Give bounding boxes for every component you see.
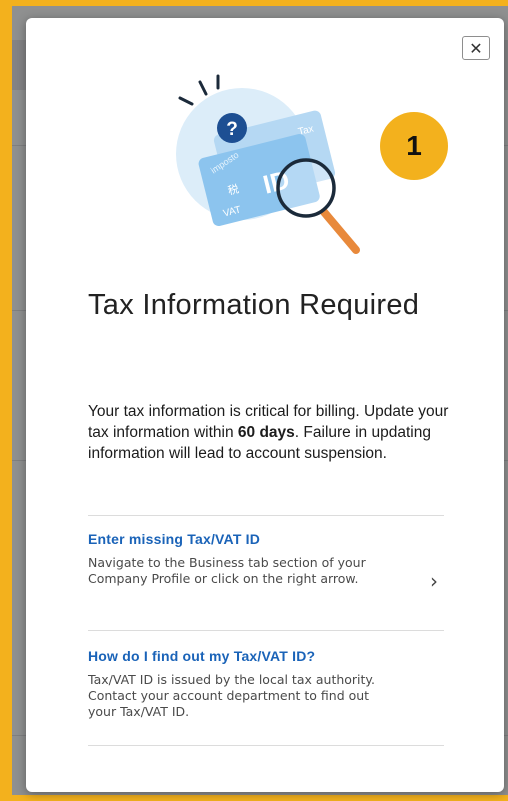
close-icon: ✕: [469, 38, 483, 58]
deadline-text: 60 days: [237, 424, 295, 441]
enter-tax-id-title[interactable]: Enter missing Tax/VAT ID: [88, 531, 444, 547]
enter-tax-id-description: Navigate to the Business tab section of …: [88, 555, 366, 586]
svg-text:?: ?: [226, 119, 238, 140]
step-number-badge: 1: [380, 112, 448, 180]
highlight-frame-left: [0, 0, 12, 801]
find-tax-id-title[interactable]: How do I find out my Tax/VAT ID?: [88, 648, 444, 664]
section-divider: [88, 745, 444, 746]
dialog-title: Tax Information Required: [88, 289, 420, 321]
tax-id-illustration: Tax imposto 税 VAT ID ?: [176, 74, 360, 254]
chevron-right-icon[interactable]: ›: [424, 569, 444, 593]
enter-tax-id-section[interactable]: Enter missing Tax/VAT ID Navigate to the…: [88, 531, 444, 629]
section-divider: [88, 630, 444, 631]
tax-info-dialog: ✕ Tax imposto 税 VAT ID ? 1 Tax Informati…: [26, 18, 504, 792]
step-number: 1: [406, 130, 422, 161]
highlight-frame-top: [0, 0, 508, 6]
find-tax-id-section: How do I find out my Tax/VAT ID? Tax/VAT…: [88, 648, 444, 720]
magnifier-icon: [276, 158, 360, 254]
find-tax-id-description: Tax/VAT ID is issued by the local tax au…: [88, 672, 376, 719]
section-divider: [88, 515, 444, 516]
close-button[interactable]: ✕: [462, 36, 490, 60]
highlight-frame-bottom: [0, 795, 508, 801]
dialog-message: Your tax information is critical for bil…: [88, 401, 458, 464]
